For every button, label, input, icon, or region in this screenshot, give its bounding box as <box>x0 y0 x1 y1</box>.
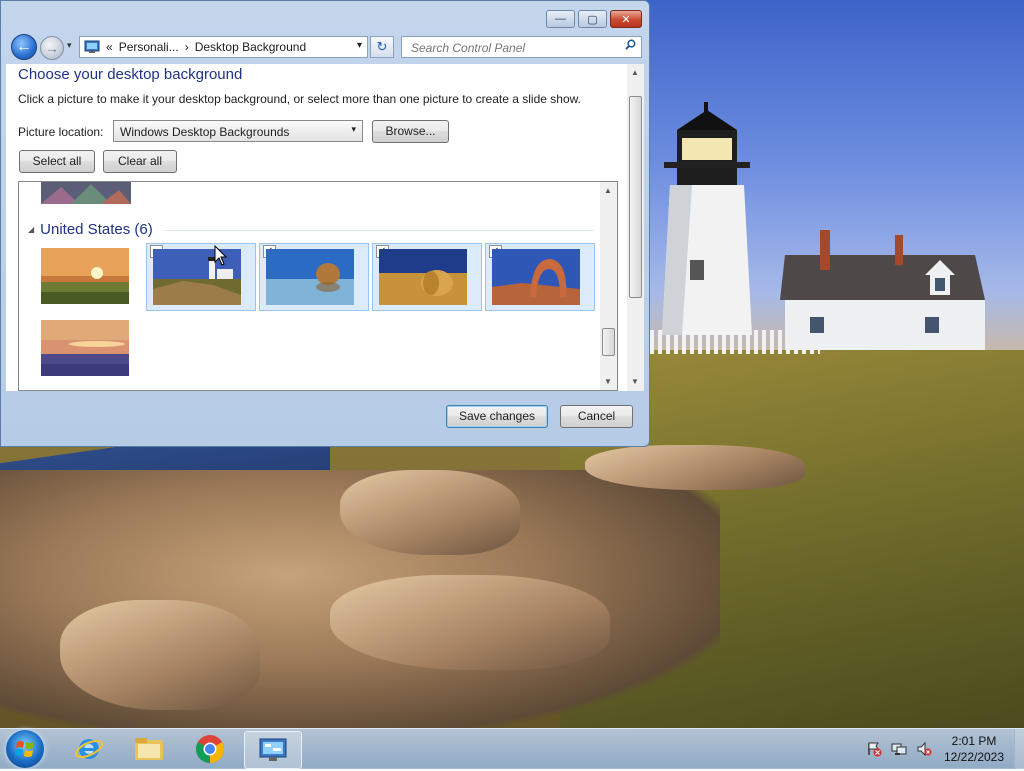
wallpaper-lighthouse <box>662 102 752 335</box>
control-panel-icon <box>259 738 287 761</box>
page-scrollbar[interactable]: ▲ ▼ <box>627 64 644 391</box>
forward-button[interactable]: → <box>40 36 64 60</box>
show-desktop-button[interactable] <box>1014 729 1024 769</box>
maximize-button[interactable]: ▢ <box>578 10 607 28</box>
breadcrumb-separator-icon[interactable]: › <box>185 40 189 54</box>
taskbar: 2:01 PM 12/22/2023 <box>0 728 1024 769</box>
internet-explorer-icon <box>75 739 103 759</box>
chrome-icon <box>196 735 224 763</box>
taskbar-chrome[interactable] <box>185 731 235 767</box>
forward-arrow-icon: → <box>45 40 59 56</box>
breadcrumb-desktop-background[interactable]: Desktop Background <box>195 40 306 54</box>
clock-date: 12/22/2023 <box>943 750 1005 764</box>
group-title: United States (6) <box>40 221 153 238</box>
select-all-button[interactable]: Select all <box>19 150 95 173</box>
picture-location-dropdown[interactable]: Windows Desktop Backgrounds ▾ <box>113 120 363 142</box>
clock-time: 2:01 PM <box>951 734 997 748</box>
stone-arch-image <box>492 249 580 305</box>
desktop-background-window: — ▢ ✕ ← → ▾ « Personali... › Desktop Bac… <box>0 0 650 447</box>
action-center-icon[interactable] <box>866 741 882 757</box>
wallpaper-gallery: ◢ United States (6) ▲ ▼ <box>18 181 618 391</box>
back-arrow-icon: ← <box>16 38 32 55</box>
thumbnail-sunset-fields[interactable] <box>35 243 141 311</box>
taskbar-file-explorer[interactable] <box>124 731 174 767</box>
wallpaper-rock <box>585 445 805 490</box>
scroll-thumb[interactable] <box>629 96 642 298</box>
scroll-up-icon[interactable]: ▲ <box>631 68 639 77</box>
mouse-cursor-icon <box>214 245 228 266</box>
page-title: Choose your desktop background <box>18 66 243 83</box>
search-icon[interactable] <box>625 39 636 50</box>
thumbnail-hay-bale[interactable]: ✓ <box>372 243 482 311</box>
windows-logo-icon <box>15 741 34 757</box>
breadcrumb-personalization[interactable]: Personali... <box>119 40 179 54</box>
scroll-up-icon[interactable]: ▲ <box>604 186 612 195</box>
chevron-down-icon: ▾ <box>67 40 72 50</box>
save-changes-button[interactable]: Save changes <box>446 405 548 428</box>
content-pane: Choose your desktop background Click a p… <box>6 64 644 391</box>
close-button[interactable]: ✕ <box>610 10 642 28</box>
volume-muted-icon[interactable] <box>916 741 932 757</box>
scroll-thumb[interactable] <box>602 328 615 356</box>
chevron-down-icon: ▾ <box>351 124 356 134</box>
wallpaper-rock <box>60 600 260 710</box>
folder-icon <box>135 738 163 760</box>
thumbnail-lighthouse[interactable] <box>146 243 256 311</box>
scroll-down-icon[interactable]: ▼ <box>631 377 639 386</box>
refresh-button[interactable]: ↻ <box>370 36 394 58</box>
group-header-united-states[interactable]: ◢ United States (6) <box>28 221 153 238</box>
thumbnail-partial[interactable] <box>41 182 131 204</box>
hay-bale-image <box>379 249 467 305</box>
address-bar[interactable]: « Personali... › Desktop Background ▾ <box>79 36 368 58</box>
picture-location-value: Windows Desktop Backgrounds <box>120 125 290 139</box>
taskbar-control-panel[interactable] <box>244 731 302 769</box>
taskbar-internet-explorer[interactable] <box>64 731 114 767</box>
start-button[interactable] <box>6 730 44 768</box>
network-icon[interactable] <box>891 741 907 757</box>
picture-location-label: Picture location: <box>18 125 104 139</box>
thumbnail-rock-in-lake[interactable]: ✓ <box>259 243 369 311</box>
scroll-down-icon[interactable]: ▼ <box>604 377 612 386</box>
control-panel-icon <box>84 40 100 53</box>
wallpaper-house <box>780 230 985 350</box>
sunset-fields-image <box>41 248 129 304</box>
search-input[interactable] <box>409 38 623 58</box>
cancel-button[interactable]: Cancel <box>560 405 633 428</box>
clear-all-button[interactable]: Clear all <box>103 150 177 173</box>
group-divider <box>164 230 594 231</box>
recent-pages-dropdown[interactable]: ▾ <box>67 40 72 51</box>
gallery-scrollbar[interactable]: ▲ ▼ <box>600 182 617 390</box>
page-subtitle: Click a picture to make it your desktop … <box>18 92 581 106</box>
address-overflow[interactable]: « <box>106 40 113 54</box>
address-dropdown-icon[interactable]: ▾ <box>357 40 362 51</box>
collapse-icon[interactable]: ◢ <box>28 225 34 234</box>
flower-sunset-image <box>41 320 129 376</box>
system-clock[interactable]: 2:01 PM 12/22/2023 <box>938 733 1010 765</box>
thumbnail-flower-sunset[interactable] <box>35 315 141 383</box>
wallpaper-rock <box>330 575 610 670</box>
search-box[interactable] <box>401 36 642 58</box>
refresh-icon: ↻ <box>376 39 388 54</box>
rock-in-lake-image <box>266 249 354 305</box>
back-button[interactable]: ← <box>11 34 37 60</box>
minimize-button[interactable]: — <box>546 10 575 28</box>
thumbnail-stone-arch[interactable]: ✓ <box>485 243 595 311</box>
wallpaper-rock <box>340 470 520 555</box>
browse-button[interactable]: Browse... <box>372 120 449 143</box>
dialog-footer: Save changes Cancel <box>1 391 649 446</box>
